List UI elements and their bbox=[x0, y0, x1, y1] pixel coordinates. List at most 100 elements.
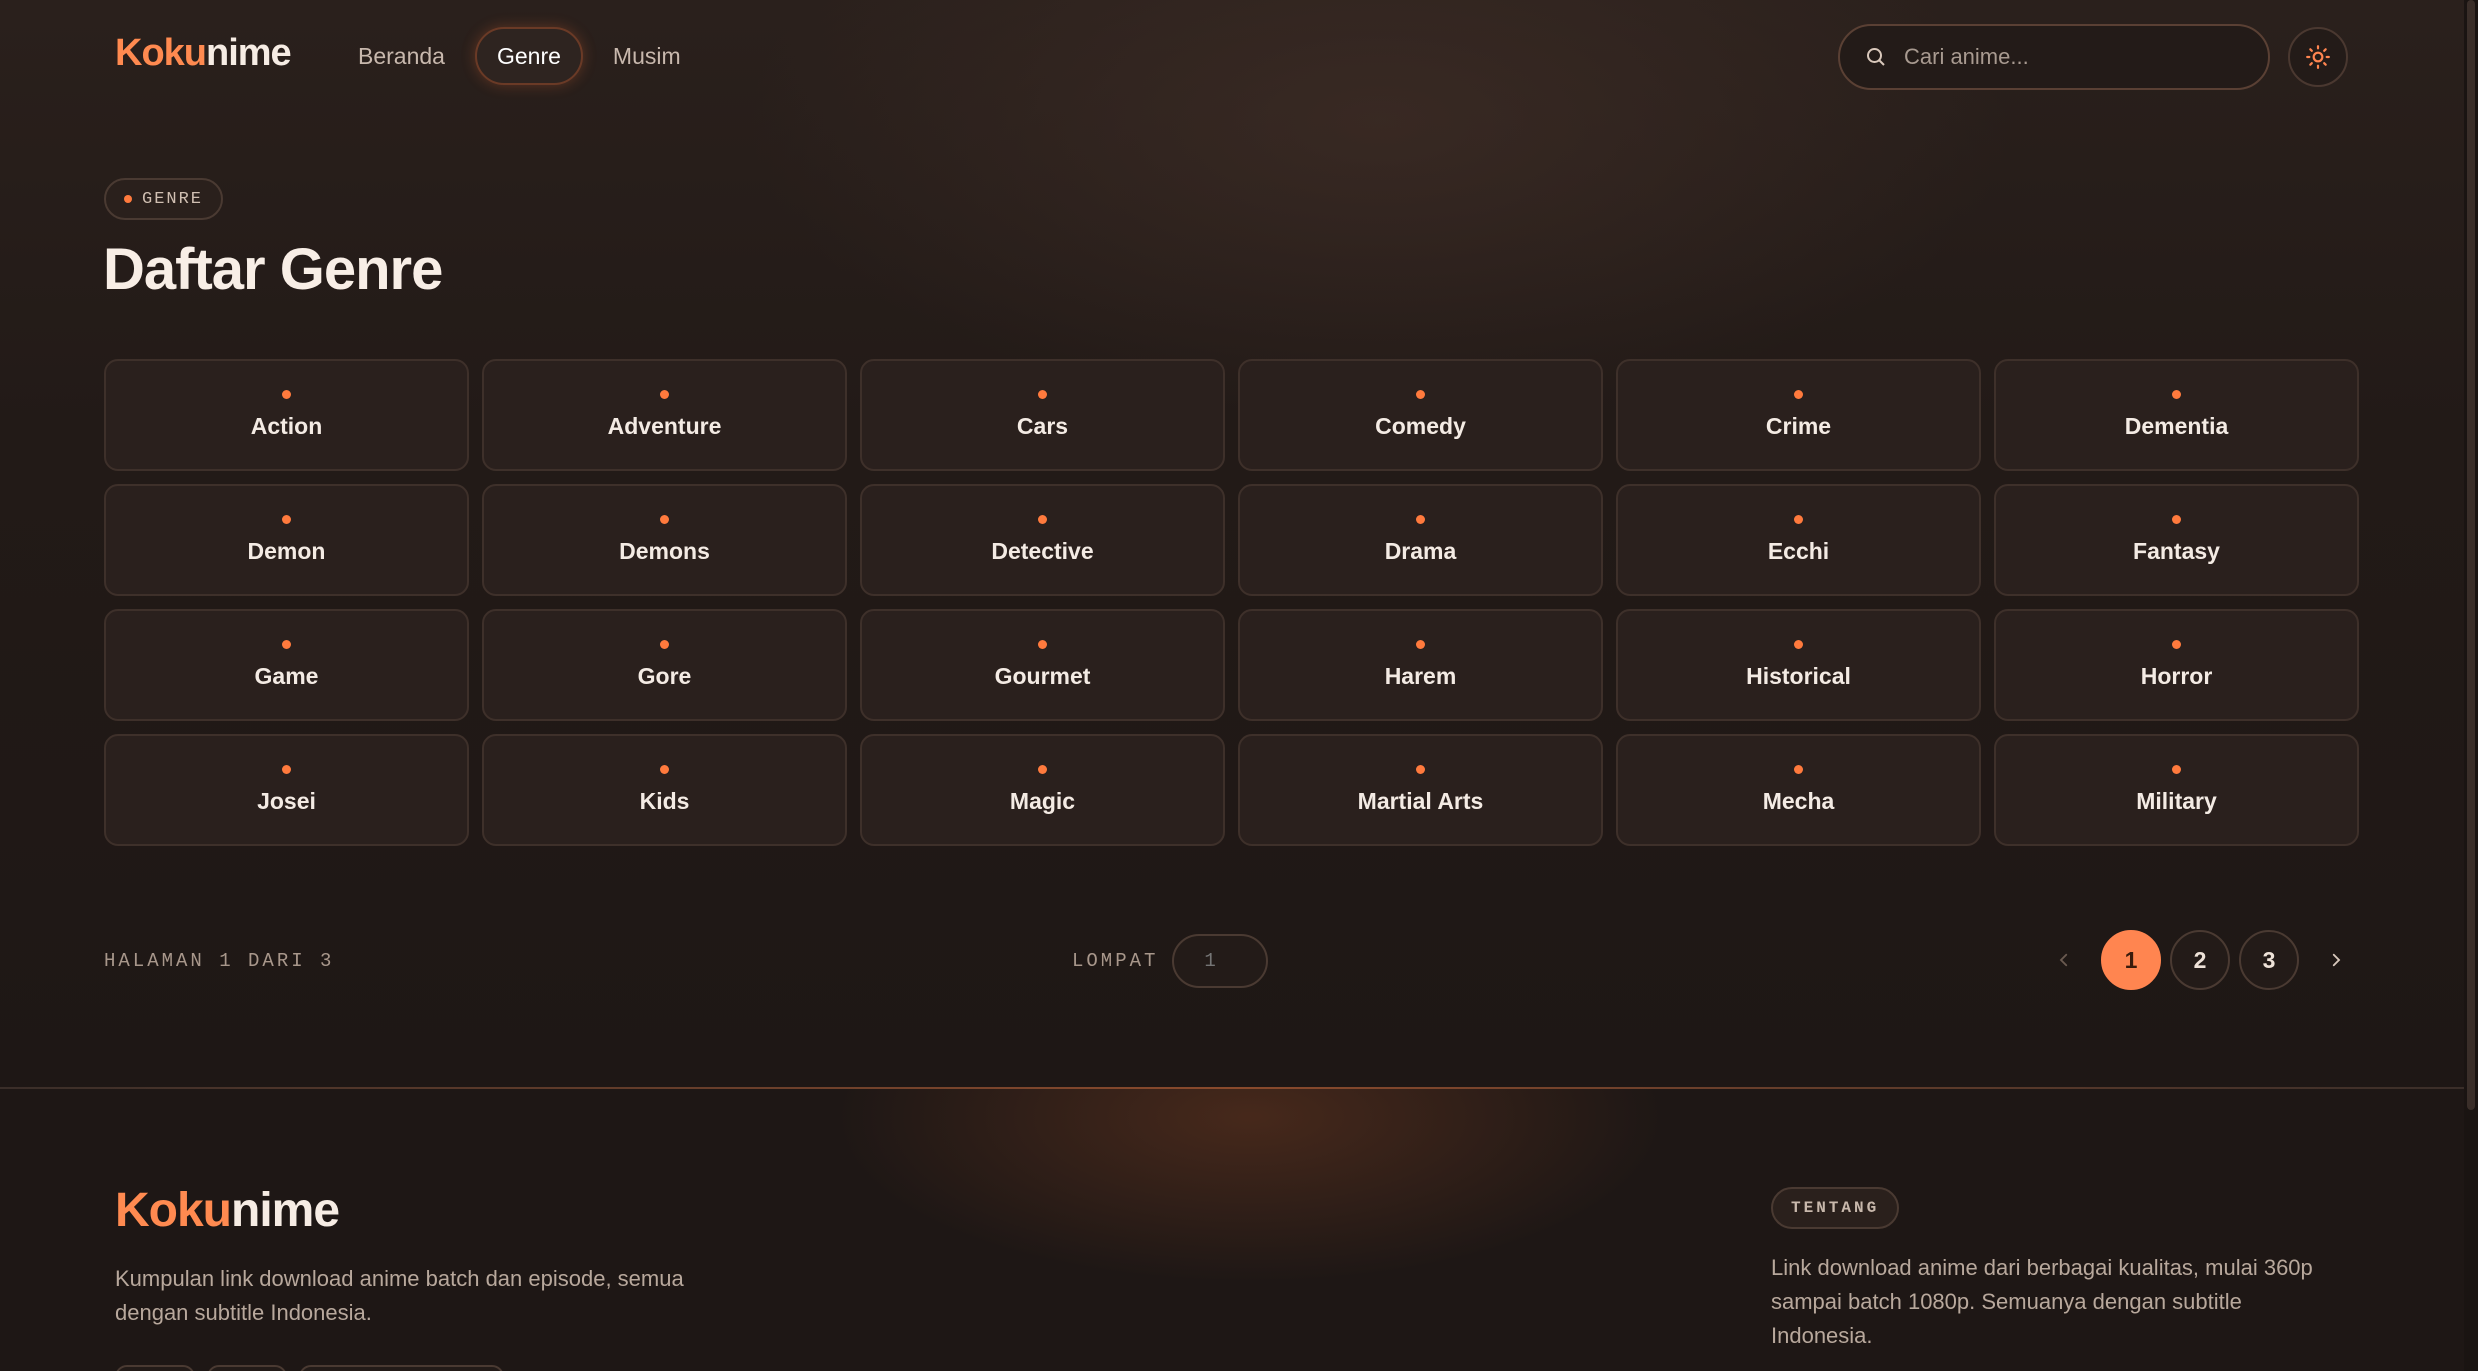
genre-name: Game bbox=[254, 663, 319, 689]
genre-dot-icon bbox=[282, 390, 291, 399]
genre-name: Josei bbox=[257, 788, 316, 814]
prev-page-button[interactable] bbox=[2036, 930, 2092, 990]
nav-beranda[interactable]: Beranda bbox=[338, 27, 465, 85]
nav-musim[interactable]: Musim bbox=[593, 27, 701, 85]
genre-card[interactable]: Dementia bbox=[1994, 359, 2359, 471]
genre-dot-icon bbox=[2172, 390, 2181, 399]
genre-name: Action bbox=[250, 413, 323, 439]
genre-name: Fantasy bbox=[2133, 538, 2220, 564]
genre-card[interactable]: Detective bbox=[860, 484, 1225, 596]
site-logo[interactable]: Kokunime bbox=[115, 32, 292, 75]
genre-card[interactable]: Martial Arts bbox=[1238, 734, 1603, 846]
genre-card[interactable]: Drama bbox=[1238, 484, 1603, 596]
page-info: HALAMAN 1 DARI 3 bbox=[104, 950, 335, 972]
jump-label: LOMPAT bbox=[1072, 950, 1159, 972]
badge-dot-icon bbox=[124, 195, 132, 203]
genre-card[interactable]: Horror bbox=[1994, 609, 2359, 721]
genre-card[interactable]: Adventure bbox=[482, 359, 847, 471]
genre-name: Kids bbox=[639, 788, 690, 814]
genre-card[interactable]: Gourmet bbox=[860, 609, 1225, 721]
footer-link-chip[interactable] bbox=[207, 1365, 287, 1371]
genre-card[interactable]: Mecha bbox=[1616, 734, 1981, 846]
genre-card[interactable]: Demon bbox=[104, 484, 469, 596]
genre-name: Gore bbox=[637, 663, 692, 689]
genre-card[interactable]: Ecchi bbox=[1616, 484, 1981, 596]
genre-name: Detective bbox=[991, 538, 1094, 564]
genre-dot-icon bbox=[660, 640, 669, 649]
scrollbar-thumb[interactable] bbox=[2467, 0, 2475, 1110]
page-3-button[interactable]: 3 bbox=[2239, 930, 2299, 990]
genre-card[interactable]: Historical bbox=[1616, 609, 1981, 721]
genre-name: Military bbox=[2136, 788, 2217, 814]
genre-dot-icon bbox=[660, 765, 669, 774]
genre-card[interactable]: Comedy bbox=[1238, 359, 1603, 471]
genre-dot-icon bbox=[1794, 390, 1803, 399]
genre-name: Horror bbox=[2140, 663, 2213, 689]
page-1-button[interactable]: 1 bbox=[2101, 930, 2161, 990]
page-jump: LOMPAT bbox=[1072, 934, 1269, 988]
genre-dot-icon bbox=[1416, 390, 1425, 399]
genre-name: Demon bbox=[247, 538, 326, 564]
genre-card[interactable]: Magic bbox=[860, 734, 1225, 846]
genre-card[interactable]: Gore bbox=[482, 609, 847, 721]
genre-card[interactable]: Kids bbox=[482, 734, 847, 846]
next-page-button[interactable] bbox=[2308, 930, 2364, 990]
genre-grid: Action Adventure Cars Comedy Crime Demen… bbox=[104, 359, 2360, 846]
genre-card[interactable]: Crime bbox=[1616, 359, 1981, 471]
section-badge: GENRE bbox=[104, 178, 224, 220]
genre-dot-icon bbox=[282, 640, 291, 649]
about-badge: TENTANG bbox=[1771, 1187, 1900, 1229]
genre-dot-icon bbox=[1038, 765, 1047, 774]
genre-name: Gourmet bbox=[994, 663, 1091, 689]
nav-genre[interactable]: Genre bbox=[474, 27, 583, 85]
genre-card[interactable]: Harem bbox=[1238, 609, 1603, 721]
theme-toggle-button[interactable] bbox=[2288, 27, 2348, 87]
page-2-button[interactable]: 2 bbox=[2170, 930, 2230, 990]
scrollbar[interactable] bbox=[2464, 0, 2478, 1371]
genre-dot-icon bbox=[1416, 765, 1425, 774]
genre-card[interactable]: Demons bbox=[482, 484, 847, 596]
footer-divider bbox=[0, 1087, 2464, 1089]
footer-link-chip[interactable] bbox=[299, 1365, 504, 1371]
genre-card[interactable]: Fantasy bbox=[1994, 484, 2359, 596]
footer-logo[interactable]: Kokunime bbox=[115, 1183, 340, 1238]
genre-dot-icon bbox=[1416, 640, 1425, 649]
footer-glow bbox=[800, 1087, 1700, 1297]
top-navbar: Kokunime Beranda Genre Musim bbox=[0, 0, 2464, 114]
footer: Kokunime Kumpulan link download anime ba… bbox=[0, 1087, 2464, 1371]
jump-input[interactable] bbox=[1172, 934, 1269, 988]
genre-name: Cars bbox=[1016, 413, 1069, 439]
genre-dot-icon bbox=[1794, 640, 1803, 649]
genre-name: Mecha bbox=[1762, 788, 1835, 814]
footer-link-chip[interactable] bbox=[115, 1365, 195, 1371]
genre-name: Demons bbox=[619, 538, 710, 564]
genre-name: Dementia bbox=[2124, 413, 2229, 439]
genre-dot-icon bbox=[2172, 515, 2181, 524]
about-text: Link download anime dari berbagai kualit… bbox=[1771, 1255, 2313, 1348]
footer-links bbox=[115, 1365, 504, 1371]
page-title: Daftar Genre bbox=[103, 237, 443, 302]
genre-dot-icon bbox=[1794, 515, 1803, 524]
genre-card[interactable]: Action bbox=[104, 359, 469, 471]
genre-card[interactable]: Cars bbox=[860, 359, 1225, 471]
pagination: 1 2 3 bbox=[2036, 930, 2364, 990]
genre-dot-icon bbox=[2172, 765, 2181, 774]
genre-card[interactable]: Game bbox=[104, 609, 469, 721]
genre-name: Comedy bbox=[1375, 413, 1466, 439]
genre-name: Martial Arts bbox=[1357, 788, 1484, 814]
genre-name: Drama bbox=[1384, 538, 1457, 564]
genre-dot-icon bbox=[1038, 390, 1047, 399]
search-icon bbox=[1867, 48, 1885, 66]
genre-card[interactable]: Josei bbox=[104, 734, 469, 846]
main-nav: Beranda Genre Musim bbox=[338, 27, 701, 85]
genre-card[interactable]: Military bbox=[1994, 734, 2359, 846]
search-input[interactable] bbox=[1904, 44, 2244, 70]
genre-dot-icon bbox=[1038, 640, 1047, 649]
genre-name: Ecchi bbox=[1767, 538, 1830, 564]
sun-icon bbox=[2306, 45, 2330, 69]
genre-dot-icon bbox=[282, 515, 291, 524]
search-box[interactable] bbox=[1838, 24, 2270, 90]
genre-name: Historical bbox=[1746, 663, 1851, 689]
genre-dot-icon bbox=[2172, 640, 2181, 649]
chevron-right-icon bbox=[2332, 953, 2341, 967]
